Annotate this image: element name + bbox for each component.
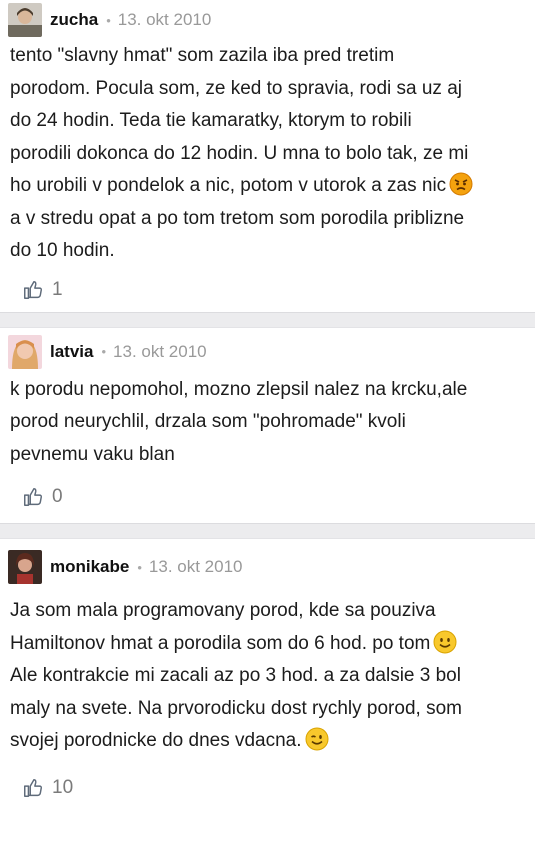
- user-avatar[interactable]: [8, 334, 42, 369]
- comment-line: do 10 hodin.: [10, 240, 115, 261]
- comment-line: Ja som mala programovany porod, kde sa p…: [10, 600, 436, 621]
- comment-line: Hamiltonov hmat a porodila som do 6 hod.…: [10, 628, 525, 661]
- comment-line-text: ho urobili v pondelok a nic, potom v uto…: [10, 175, 447, 196]
- like-button[interactable]: 0: [0, 471, 535, 523]
- like-button[interactable]: 10: [0, 758, 535, 818]
- separator-dot: •: [106, 12, 111, 28]
- comment-line: porodom. Pocula som, ze ked to spravia, …: [10, 77, 463, 99]
- username[interactable]: monikabe: [50, 557, 129, 577]
- comment-line-text: Hamiltonov hmat a porodila som do 6 hod.…: [10, 632, 431, 654]
- wink-face-icon: [305, 727, 329, 751]
- comment-date: 13. okt 2010: [117, 10, 212, 29]
- user-avatar[interactable]: [8, 3, 42, 37]
- username[interactable]: zucha: [50, 10, 98, 30]
- comment-line: maly na svete. Na prvorodicku dost rychl…: [10, 697, 462, 719]
- comment-text: k porodu nepomohol, mozno zlepsil nalez …: [0, 374, 535, 472]
- comment-line: a v stredu opat a po tom tretom som poro…: [10, 207, 465, 229]
- comment-header: monikabe • 13. okt 2010: [0, 547, 535, 587]
- comment-card: latvia • 13. okt 2010 k porodu nepomohol…: [0, 331, 535, 523]
- user-avatar[interactable]: [8, 550, 42, 584]
- comment-line: tento "slavny hmat" som zazila iba pred …: [10, 45, 395, 66]
- comment-line: porodili dokonca do 12 hodin. U mna to b…: [10, 142, 469, 164]
- like-count: 1: [52, 278, 63, 300]
- comment-header: latvia • 13. okt 2010: [0, 332, 535, 372]
- comment-line: Ale kontrakcie mi zacali az po 3 hod. a …: [10, 665, 461, 686]
- like-count: 0: [52, 486, 63, 507]
- comment-line: ho urobili v pondelok a nic, potom v uto…: [10, 170, 525, 203]
- separator-dot: •: [137, 559, 142, 575]
- like-button[interactable]: 1: [0, 268, 535, 312]
- separator-dot: •: [101, 344, 107, 359]
- comment-line: svojej porodnicke do dnes vdacna.: [10, 725, 525, 758]
- angry-face-icon: [449, 172, 473, 196]
- comment-line: do 24 hodin. Teda tie kamaratky, ktorym …: [10, 110, 412, 131]
- comment-text: tento "slavny hmat" som zazila iba pred …: [0, 40, 535, 268]
- comment-separator: [0, 523, 535, 539]
- comment-line: porod neurychlil, drzala som "pohromade"…: [10, 411, 406, 432]
- comment-line-text: svojej porodnicke do dnes vdacna.: [10, 730, 302, 751]
- smile-face-icon: [433, 630, 457, 654]
- comment-line: pevnemu vaku blan: [10, 443, 175, 465]
- thumbs-up-icon: [22, 486, 44, 508]
- comment-line: k porodu nepomohol, mozno zlepsil nalez …: [10, 378, 468, 400]
- like-count: 10: [52, 776, 74, 798]
- comment-card: zucha • 13. okt 2010 tento "slavny hmat"…: [0, 0, 535, 312]
- thumbs-up-icon: [22, 777, 44, 799]
- comment-separator: [0, 311, 535, 328]
- comment-date: 13. okt 2010: [148, 557, 243, 576]
- thumbs-up-icon: [22, 279, 44, 301]
- username[interactable]: latvia: [50, 342, 93, 362]
- comment-text: Ja som mala programovany porod, kde sa p…: [0, 595, 535, 758]
- comment-header: zucha • 13. okt 2010: [0, 0, 535, 40]
- comment-date: 13. okt 2010: [113, 341, 207, 361]
- comment-card: monikabe • 13. okt 2010 Ja som mala prog…: [0, 547, 535, 818]
